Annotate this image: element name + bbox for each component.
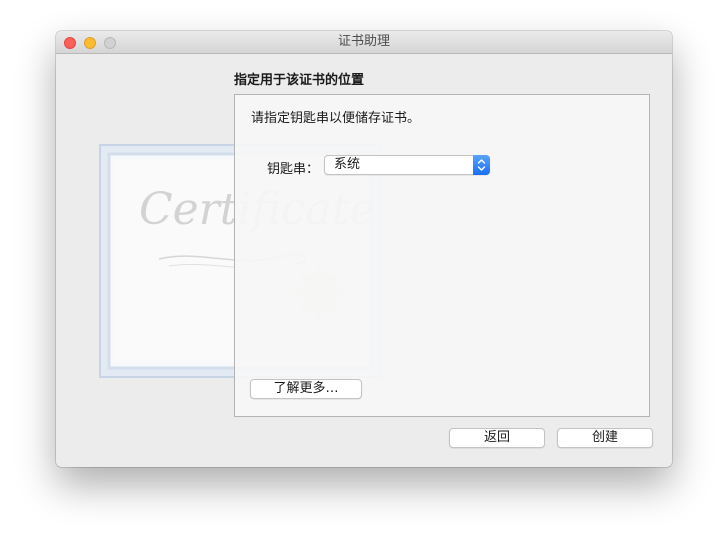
instruction-text: 请指定钥匙串以便储存证书。 bbox=[251, 111, 421, 126]
back-button[interactable]: 返回 bbox=[449, 428, 545, 448]
section-heading: 指定用于该证书的位置 bbox=[234, 73, 365, 88]
title-bar[interactable]: 证书助理 bbox=[56, 31, 672, 54]
updown-chevron-icon[interactable] bbox=[473, 155, 490, 175]
create-button[interactable]: 创建 bbox=[557, 428, 653, 448]
content-panel: 请指定钥匙串以便储存证书。 钥匙串： 系统 了解更多… bbox=[234, 94, 650, 417]
certificate-assistant-window: 证书助理 指定用于该证书的位置 Certificate 请指定钥匙串以便储存证书… bbox=[56, 31, 672, 467]
keychain-selected-value: 系统 bbox=[334, 157, 361, 172]
keychain-label: 钥匙串： bbox=[267, 162, 320, 177]
learn-more-button[interactable]: 了解更多… bbox=[250, 379, 362, 399]
keychain-popup[interactable]: 系统 bbox=[324, 155, 490, 175]
window-title: 证书助理 bbox=[337, 34, 390, 49]
